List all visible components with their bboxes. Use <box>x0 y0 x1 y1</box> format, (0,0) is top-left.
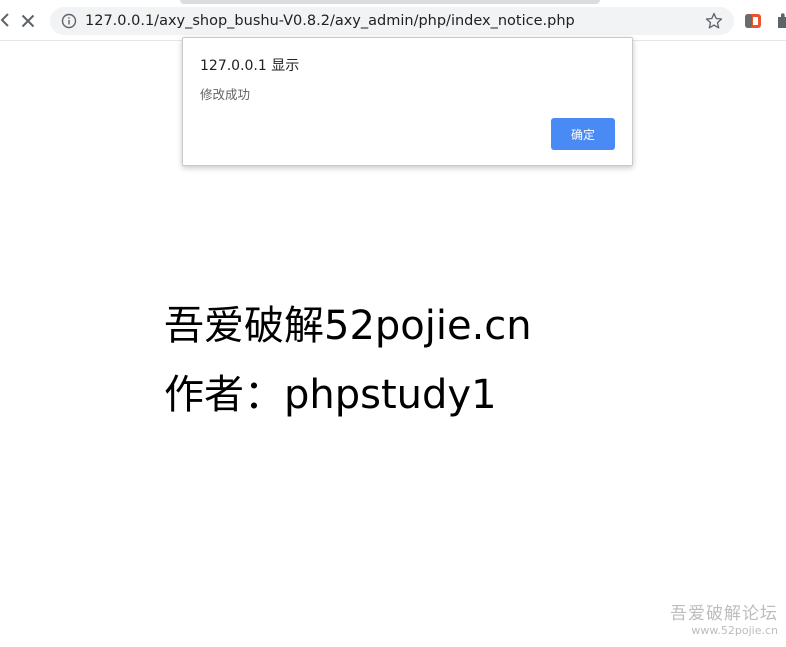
browser-toolbar: 127.0.0.1/axy_shop_bushu-V0.8.2/axy_admi… <box>0 0 786 41</box>
puzzle-icon[interactable] <box>776 12 786 30</box>
address-bar[interactable]: 127.0.0.1/axy_shop_bushu-V0.8.2/axy_admi… <box>50 7 734 35</box>
watermark: 吾爱破解论坛 www.52pojie.cn <box>670 599 778 637</box>
page-heading-line-2: 作者：phpstudy1 <box>164 372 497 418</box>
tab-strip <box>180 0 600 4</box>
watermark-title: 吾爱破解论坛 <box>670 604 778 624</box>
star-icon[interactable] <box>704 11 724 31</box>
close-icon <box>21 14 35 28</box>
dialog-title: 127.0.0.1 显示 <box>200 58 300 74</box>
dialog-message: 修改成功 <box>200 87 251 102</box>
stop-loading-button[interactable] <box>16 9 40 33</box>
ok-button[interactable]: 确定 <box>551 118 615 150</box>
watermark-url: www.52pojie.cn <box>691 624 778 637</box>
back-arrow-icon[interactable] <box>0 12 10 28</box>
url-text[interactable]: 127.0.0.1/axy_shop_bushu-V0.8.2/axy_admi… <box>85 11 575 31</box>
info-icon[interactable] <box>61 13 77 29</box>
alert-dialog: 127.0.0.1 显示 修改成功 确定 <box>182 37 633 166</box>
page-heading-line-1: 吾爱破解52pojie.cn <box>164 303 532 349</box>
extension-icon[interactable] <box>744 12 762 30</box>
